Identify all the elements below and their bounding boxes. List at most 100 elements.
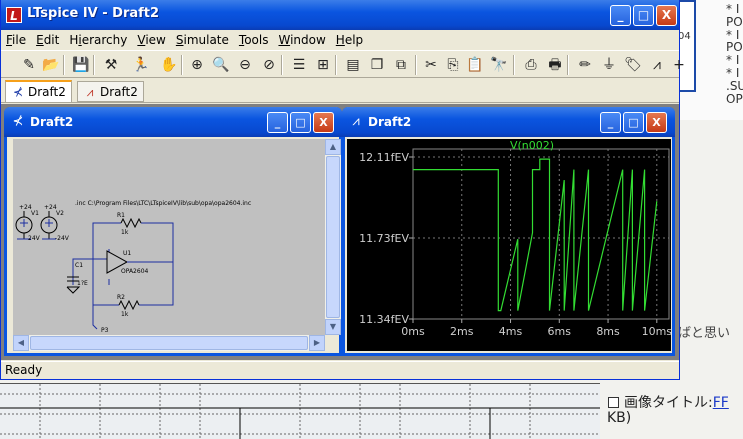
paste-icon[interactable]: 📋: [465, 55, 485, 75]
r1-label: R1: [117, 212, 125, 219]
save-icon[interactable]: 💾: [71, 55, 91, 75]
cascade-icon[interactable]: ❐: [367, 55, 387, 75]
plus-icon[interactable]: +: [669, 55, 689, 75]
schematic-horizontal-scrollbar[interactable]: ◀ ▶: [13, 335, 325, 351]
schematic-vertical-scrollbar[interactable]: ▲ ▼: [325, 139, 341, 335]
x-tick-label: 0ms: [401, 325, 425, 338]
schematic-icon: ⊀: [12, 114, 24, 129]
zoom-cancel-icon[interactable]: ⊘: [259, 55, 279, 75]
waveform-minimize-button[interactable]: _: [600, 112, 621, 133]
zoom-in-icon[interactable]: ⊕: [187, 55, 207, 75]
x-tick-label: 6ms: [548, 325, 572, 338]
ltspice-logo-icon[interactable]: L: [6, 7, 22, 23]
v1-top-label: +24: [19, 204, 32, 211]
schematic-title-bar[interactable]: ⊀ Draft2 _ □ X: [4, 107, 342, 137]
fit-icon[interactable]: ⊞: [313, 55, 333, 75]
zoom-area-icon[interactable]: 🔍: [211, 55, 231, 75]
arrange-icon[interactable]: ⧉: [391, 55, 411, 75]
resistor-r1: [120, 217, 142, 229]
menu-hierarchy[interactable]: Hierarchy: [64, 30, 132, 50]
menu-tools[interactable]: Tools: [234, 30, 274, 50]
menu-help[interactable]: Help: [331, 30, 368, 50]
x-tick-label: 10ms: [642, 325, 671, 338]
waveform-maximize-button[interactable]: □: [623, 112, 644, 133]
background-checkbox-label: 画像タイトル:: [624, 395, 713, 411]
trace-label: V(n002): [510, 139, 554, 152]
u1-label: U1: [123, 250, 131, 257]
menu-file[interactable]: File: [1, 30, 31, 50]
r1-value: 1k: [121, 229, 129, 236]
r2-value: 1k: [121, 311, 129, 318]
menu-simulate[interactable]: Simulate: [171, 30, 234, 50]
scroll-left-button[interactable]: ◀: [13, 335, 29, 351]
cut-icon[interactable]: ✂: [421, 55, 441, 75]
label-icon[interactable]: 🏷: [623, 55, 643, 75]
find-icon[interactable]: 🔭: [489, 55, 509, 75]
vertical-scroll-thumb[interactable]: [326, 156, 340, 318]
toolbar-separator: [93, 55, 95, 75]
title-bar[interactable]: L LTspice IV - Draft2 _ □ X: [1, 0, 679, 30]
scroll-up-button[interactable]: ▲: [325, 139, 341, 155]
run-icon[interactable]: 🏃: [131, 55, 151, 75]
schematic-canvas[interactable]: .inc C:\Program Files\LTC\LTspiceIV\lib\…: [13, 139, 325, 335]
tab-waveform[interactable]: ⩘ Draft2: [77, 81, 144, 102]
toolbar-separator: [181, 55, 183, 75]
halt-icon[interactable]: ✋: [159, 55, 179, 75]
ground-icon[interactable]: ⏚: [599, 55, 619, 75]
background-window-frame: 04: [678, 0, 696, 92]
print-setup-icon[interactable]: ⎙: [521, 55, 541, 75]
window-title: LTspice IV - Draft2: [27, 6, 160, 21]
menu-edit[interactable]: Edit: [31, 30, 64, 50]
background-link[interactable]: FF: [713, 395, 729, 411]
pencil-icon[interactable]: ✏: [575, 55, 595, 75]
horizontal-scroll-thumb[interactable]: [30, 336, 308, 350]
r2-label: R2: [117, 294, 125, 301]
waveform-close-button[interactable]: X: [646, 112, 667, 133]
v2-label: V2: [56, 210, 64, 217]
waveform-title: Draft2: [368, 115, 412, 129]
schematic-window: ⊀ Draft2 _ □ X .inc C:\Program Files\LTC…: [4, 107, 342, 356]
copy-icon[interactable]: ⎘: [443, 55, 463, 75]
scroll-down-button[interactable]: ▼: [325, 319, 341, 335]
p3-label: P3: [101, 327, 109, 334]
toolbar-separator: [513, 55, 515, 75]
background-checkbox[interactable]: [608, 397, 619, 408]
background-jp-note: ばと思い: [678, 326, 731, 341]
v2-value: -24V: [55, 235, 70, 242]
menu-bar: File Edit Hierarchy View Simulate Tools Window…: [1, 30, 679, 50]
background-code-line: OP: [726, 91, 743, 106]
tile-icon[interactable]: ▤: [343, 55, 363, 75]
x-tick-label: 8ms: [596, 325, 620, 338]
waveform-chart: 12.11fEV11.73fEV11.34fEV 0ms 2ms 4ms 6ms 8ms…: [359, 139, 672, 338]
schematic-maximize-button[interactable]: □: [290, 112, 311, 133]
open-icon[interactable]: 📂: [41, 55, 61, 75]
toolbar-separator: [335, 55, 337, 75]
scroll-right-button[interactable]: ▶: [309, 335, 325, 351]
waveform-title-bar[interactable]: ⩘ Draft2 _ □ X: [342, 107, 675, 137]
plot-grid: [412, 149, 669, 320]
tab-schematic[interactable]: ⊀ Draft2: [5, 80, 72, 103]
trace-v-n002: [413, 158, 658, 312]
maximize-button[interactable]: □: [633, 5, 654, 26]
minimize-button[interactable]: _: [610, 5, 631, 26]
schematic-minimize-button[interactable]: _: [267, 112, 288, 133]
resistor-icon[interactable]: ⩘: [647, 55, 667, 75]
resistor-r2: [118, 299, 140, 311]
menu-window[interactable]: Window: [273, 30, 330, 50]
print-icon[interactable]: 🖶: [545, 55, 565, 75]
plot-frame: [412, 148, 670, 320]
menu-view[interactable]: View: [132, 30, 170, 50]
schematic-close-button[interactable]: X: [313, 112, 334, 133]
hammer-icon[interactable]: ⚒: [101, 55, 121, 75]
close-button[interactable]: X: [656, 5, 677, 26]
ltspice-window: L LTspice IV - Draft2 _ □ X File Edit Hier…: [0, 0, 685, 380]
v2-top-label: +24: [44, 204, 57, 211]
ground-symbol: [66, 286, 81, 294]
waveform-plot-area[interactable]: 12.11fEV 11.73fEV 11.34fEV 0ms 2ms 4ms 6ms 8ms…: [347, 139, 672, 351]
document-tabs: ⊀ Draft2 ⩘ Draft2: [1, 79, 679, 103]
new-schematic-icon[interactable]: ✎: [19, 55, 39, 75]
autorange-icon[interactable]: ☰: [289, 55, 309, 75]
zoom-out-icon[interactable]: ⊖: [235, 55, 255, 75]
toolbar-separator: [63, 55, 65, 75]
background-grid-panel: [0, 383, 600, 439]
